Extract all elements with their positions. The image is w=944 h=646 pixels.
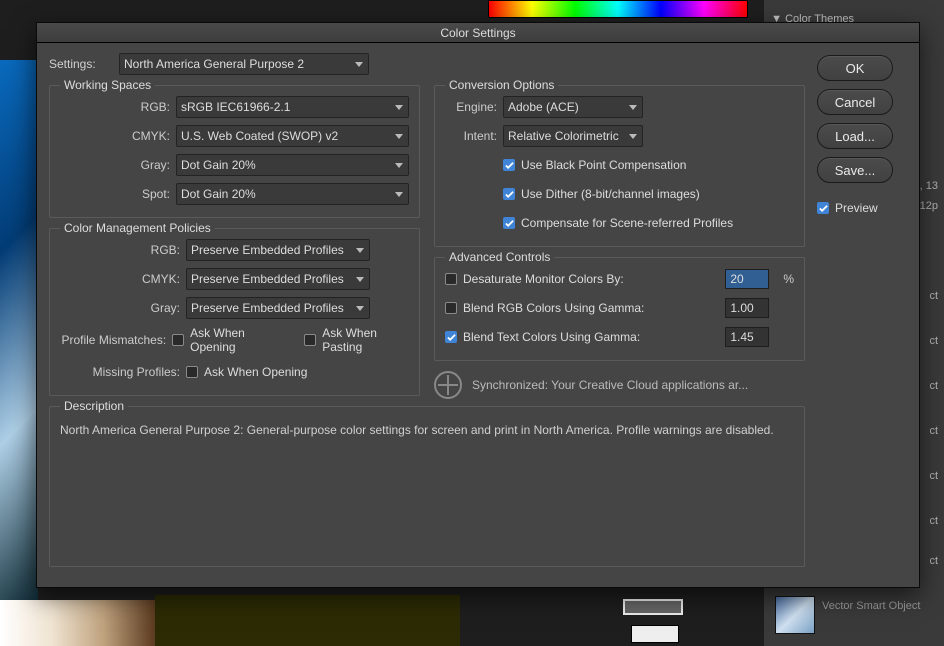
advanced-title: Advanced Controls [445,250,554,264]
working-spaces-title: Working Spaces [60,78,155,92]
ok-button[interactable]: OK [817,55,893,81]
missing-label: Missing Profiles: [60,365,180,379]
background-spectrum [488,0,748,18]
ws-gray-label: Gray: [60,158,170,172]
desaturate-input[interactable] [725,269,769,289]
black-point-text: Use Black Point Compensation [521,158,686,172]
dialog-title: Color Settings [37,23,919,43]
compensate-checkbox[interactable] [503,217,515,229]
background-bottom-swatches [515,595,705,646]
black-point-checkbox[interactable] [503,159,515,171]
desaturate-checkbox[interactable] [445,273,457,285]
advanced-group: Advanced Controls Desaturate Monitor Col… [434,257,805,361]
description-text: North America General Purpose 2: General… [60,417,794,439]
mismatch-paste-checkbox[interactable] [304,334,316,346]
ws-rgb-label: RGB: [60,100,170,114]
missing-open-checkbox[interactable] [186,366,198,378]
mismatch-paste-text: Ask When Pasting [322,326,409,354]
blend-rgb-checkbox[interactable] [445,302,457,314]
pol-gray-label: Gray: [60,301,180,315]
save-button[interactable]: Save... [817,157,893,183]
mismatch-label: Profile Mismatches: [60,333,166,347]
intent-label: Intent: [445,129,497,143]
blend-text-text: Blend Text Colors Using Gamma: [463,330,719,344]
intent-select[interactable]: Relative Colorimetric [503,125,643,147]
panel-text-ct: ct [929,555,938,567]
blend-text-checkbox[interactable] [445,331,457,343]
description-title: Description [60,399,128,413]
engine-select[interactable]: Adobe (ACE) [503,96,643,118]
missing-open-text: Ask When Opening [204,365,307,379]
sync-row: Synchronized: Your Creative Cloud applic… [434,371,805,399]
percent-label: % [783,272,794,286]
preview-label: Preview [835,201,878,215]
conversion-title: Conversion Options [445,78,558,92]
dither-checkbox[interactable] [503,188,515,200]
preview-checkbox[interactable] [817,202,829,214]
policies-title: Color Management Policies [60,221,215,235]
load-button[interactable]: Load... [817,123,893,149]
settings-label: Settings: [49,57,111,71]
background-photo-bottom [0,600,155,646]
sync-text: Synchronized: Your Creative Cloud applic… [472,378,748,392]
blend-text-input[interactable] [725,327,769,347]
pol-cmyk-select[interactable]: Preserve Embedded Profiles [186,268,370,290]
engine-label: Engine: [445,100,497,114]
ws-cmyk-select[interactable]: U.S. Web Coated (SWOP) v2 [176,125,409,147]
panel-text-ct: ct [929,515,938,527]
mismatch-open-text: Ask When Opening [190,326,281,354]
cancel-button[interactable]: Cancel [817,89,893,115]
panel-text-ct: ct [929,380,938,392]
conversion-group: Conversion Options Engine: Adobe (ACE) I… [434,85,805,247]
pol-cmyk-label: CMYK: [60,272,180,286]
sync-icon [434,371,462,399]
working-spaces-group: Working Spaces RGB: sRGB IEC61966-2.1 CM… [49,85,420,218]
panel-text-ct: ct [929,290,938,302]
mismatch-open-checkbox[interactable] [172,334,184,346]
settings-select[interactable]: North America General Purpose 2 [119,53,369,75]
pol-rgb-select[interactable]: Preserve Embedded Profiles [186,239,370,261]
blend-rgb-input[interactable] [725,298,769,318]
blend-rgb-text: Blend RGB Colors Using Gamma: [463,301,719,315]
policies-group: Color Management Policies RGB: Preserve … [49,228,420,396]
background-olive-block [155,595,460,646]
vector-smart-object-thumb [775,596,815,634]
panel-text-ct: ct [929,470,938,482]
panel-text-ct: ct [929,335,938,347]
pol-rgb-label: RGB: [60,243,180,257]
ws-rgb-select[interactable]: sRGB IEC61966-2.1 [176,96,409,118]
vector-smart-object-label: Vector Smart Object [822,600,920,612]
pol-gray-select[interactable]: Preserve Embedded Profiles [186,297,370,319]
compensate-text: Compensate for Scene-referred Profiles [521,216,733,230]
background-photo-left [0,60,38,600]
ws-cmyk-label: CMYK: [60,129,170,143]
panel-text-ct: ct [929,425,938,437]
ws-spot-label: Spot: [60,187,170,201]
ws-gray-select[interactable]: Dot Gain 20% [176,154,409,176]
dither-text: Use Dither (8-bit/channel images) [521,187,700,201]
description-group: Description North America General Purpos… [49,406,805,567]
color-settings-dialog: Color Settings Settings: North America G… [36,22,920,588]
ws-spot-select[interactable]: Dot Gain 20% [176,183,409,205]
desaturate-text: Desaturate Monitor Colors By: [463,272,719,286]
